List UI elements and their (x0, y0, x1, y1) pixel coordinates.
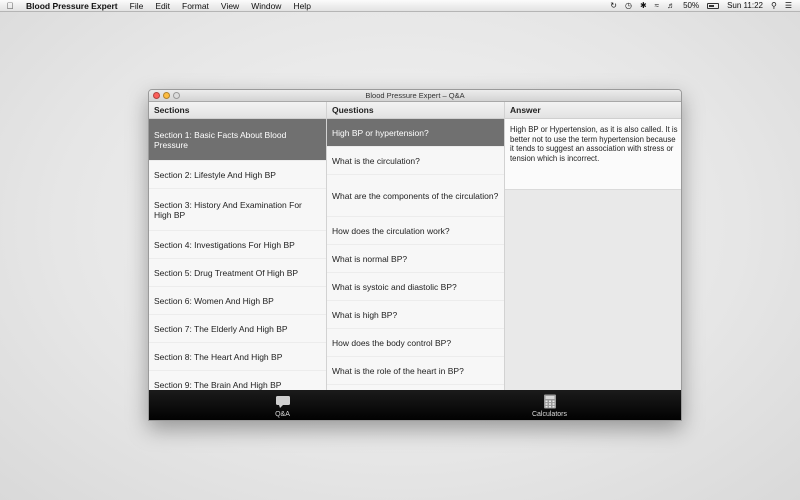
question-item-6[interactable]: What is systoic and diastolic BP? (327, 273, 504, 301)
window-title: Blood Pressure Expert – Q&A (365, 91, 465, 100)
answer-column: Answer High BP or Hypertension, as it is… (505, 102, 681, 390)
question-item-8[interactable]: How does the body control BP? (327, 329, 504, 357)
menu-edit[interactable]: Edit (155, 1, 170, 11)
menu-bar:  Blood Pressure Expert File Edit Format… (0, 0, 800, 12)
battery-percent[interactable]: 50% (683, 1, 699, 10)
section-item-7[interactable]: Section 7: The Elderly And High BP (149, 315, 326, 343)
window-controls (153, 92, 180, 99)
menu-view[interactable]: View (221, 1, 239, 11)
menu-help[interactable]: Help (293, 1, 310, 11)
content-area: Sections Section 1: Basic Facts About Bl… (149, 102, 681, 390)
notification-center-icon[interactable]: ☰ (785, 1, 792, 10)
tab-calculators[interactable]: Calculators (416, 390, 681, 420)
question-item-4[interactable]: How does the circulation work? (327, 217, 504, 245)
question-item-1[interactable]: High BP or hypertension? (327, 119, 504, 147)
section-item-6[interactable]: Section 6: Women And High BP (149, 287, 326, 315)
answer-header: Answer (505, 102, 681, 119)
wifi-icon[interactable]: ≈ (655, 1, 659, 10)
question-item-3[interactable]: What are the components of the circulati… (327, 175, 504, 217)
tab-qa[interactable]: Q&A (149, 390, 416, 420)
title-bar[interactable]: Blood Pressure Expert – Q&A (149, 90, 681, 102)
questions-header: Questions (327, 102, 504, 119)
question-item-7[interactable]: What is high BP? (327, 301, 504, 329)
menu-file[interactable]: File (130, 1, 144, 11)
section-item-3[interactable]: Section 3: History And Examination For H… (149, 189, 326, 231)
clock[interactable]: Sun 11:22 (727, 1, 763, 10)
menu-format[interactable]: Format (182, 1, 209, 11)
sections-header: Sections (149, 102, 326, 119)
volume-icon[interactable]: ♬ (667, 1, 675, 10)
question-item-2[interactable]: What is the circulation? (327, 147, 504, 175)
section-item-1[interactable]: Section 1: Basic Facts About Blood Press… (149, 119, 326, 161)
section-item-9[interactable]: Section 9: The Brain And High BP (149, 371, 326, 390)
speech-bubble-icon (275, 395, 290, 408)
calculator-icon (543, 394, 556, 409)
menu-window[interactable]: Window (251, 1, 281, 11)
question-item-5[interactable]: What is normal BP? (327, 245, 504, 273)
section-item-2[interactable]: Section 2: Lifestyle And High BP (149, 161, 326, 189)
minimize-window-button[interactable] (163, 92, 170, 99)
tab-bar: Q&A Calculators (149, 390, 681, 420)
section-item-5[interactable]: Section 5: Drug Treatment Of High BP (149, 259, 326, 287)
menu-app-name[interactable]: Blood Pressure Expert (26, 1, 118, 11)
apple-menu-icon[interactable]:  (0, 1, 20, 11)
section-item-4[interactable]: Section 4: Investigations For High BP (149, 231, 326, 259)
main-window: Blood Pressure Expert – Q&A Sections Sec… (148, 89, 682, 421)
section-item-8[interactable]: Section 8: The Heart And High BP (149, 343, 326, 371)
sections-column[interactable]: Sections Section 1: Basic Facts About Bl… (149, 102, 327, 390)
questions-column[interactable]: Questions High BP or hypertension? What … (327, 102, 505, 390)
battery-icon[interactable] (707, 2, 720, 9)
answer-text: High BP or Hypertension, as it is also c… (505, 119, 681, 190)
time-machine-icon[interactable]: ◷ (625, 1, 632, 10)
tab-calculators-label: Calculators (531, 411, 567, 418)
status-area: ↻ ◷ ✱ ≈ ♬ 50% Sun 11:22 ⚲ ☰ (610, 1, 800, 10)
question-item-9[interactable]: What is the role of the heart in BP? (327, 357, 504, 385)
tab-qa-label: Q&A (275, 410, 290, 418)
spotlight-search-icon[interactable]: ⚲ (771, 1, 777, 10)
zoom-window-button[interactable] (173, 92, 180, 99)
sync-icon[interactable]: ↻ (610, 1, 617, 10)
bluetooth-icon[interactable]: ✱ (640, 1, 647, 10)
close-window-button[interactable] (153, 92, 160, 99)
